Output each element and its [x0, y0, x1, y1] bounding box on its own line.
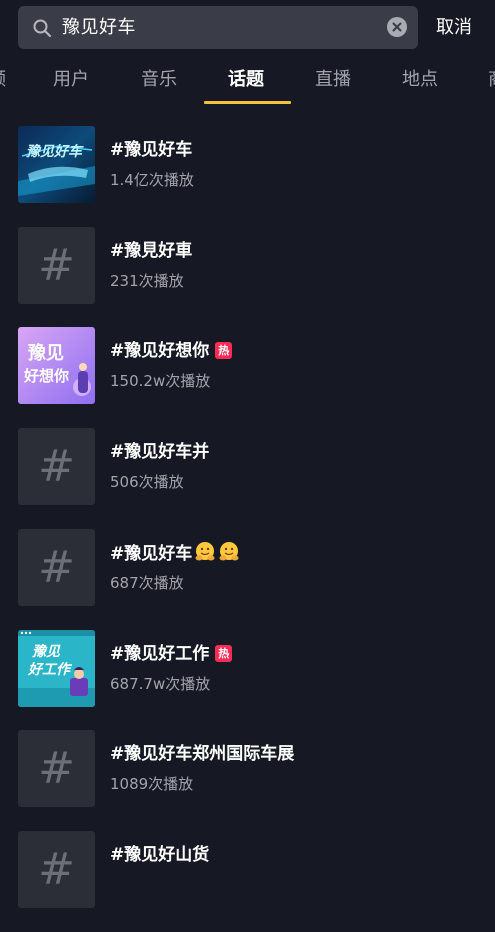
topic-title: #豫见好山货: [110, 845, 210, 865]
topic-play-count: 687.7w次播放: [110, 675, 211, 693]
hash-icon: #: [38, 441, 75, 492]
topic-play-count: 687次播放: [110, 574, 184, 592]
hashtag-thumbnail: #: [18, 227, 95, 304]
topic-list-item[interactable]: # #豫见好车 687次播放: [0, 529, 495, 630]
category-tabs: 频 用户 音乐 话题 直播 地点 商: [0, 56, 495, 104]
topic-play-count: 506次播放: [110, 473, 184, 491]
topic-title: #豫见好车: [110, 140, 193, 160]
hashtag-thumbnail: #: [18, 529, 95, 606]
hash-icon: #: [38, 743, 75, 794]
thumb-text-line2: 好想你: [23, 367, 69, 385]
topic-list-item[interactable]: # #豫见好车郑州国际车展 1089次播放: [0, 730, 495, 831]
topic-list-item[interactable]: # #豫见好山货: [0, 831, 495, 932]
topic-play-count: 150.2w次播放: [110, 372, 211, 390]
topic-play-count: 1.4亿次播放: [110, 171, 194, 189]
topic-play-count: 1089次播放: [110, 775, 194, 793]
hash-icon: #: [38, 844, 75, 895]
topic-title: #豫見好車: [110, 241, 193, 261]
search-query: 豫见好车: [62, 17, 136, 38]
svg-text:豫见好车: 豫见好车: [26, 143, 84, 160]
tab-music[interactable]: 音乐: [141, 56, 177, 104]
active-tab-indicator: [204, 101, 291, 104]
search-bar-row: 豫见好车 取消: [0, 0, 495, 56]
hashtag-thumbnail: #: [18, 428, 95, 505]
topic-title: #豫见好工作热: [110, 642, 233, 666]
tab-places[interactable]: 地点: [402, 56, 438, 104]
topic-thumbnail: 豫见好车: [18, 126, 95, 203]
thumb-text-line1: 豫见: [28, 342, 64, 364]
topic-title: #豫见好想你热: [110, 339, 233, 363]
search-icon: [33, 19, 52, 38]
hash-icon: #: [38, 542, 75, 593]
topic-title: #豫见好车并: [110, 442, 210, 462]
tab-topics[interactable]: 话题: [228, 56, 264, 104]
hash-icon: #: [38, 240, 75, 291]
hot-badge: 热: [215, 342, 233, 359]
hashtag-thumbnail: #: [18, 730, 95, 807]
cancel-button[interactable]: 取消: [436, 6, 472, 49]
hugging-face-emoji: [195, 542, 215, 561]
thumb-text-line2: 好工作: [27, 661, 73, 678]
tab-users[interactable]: 用户: [53, 56, 89, 104]
topic-thumbnail: 豫见 好想你: [18, 327, 95, 404]
topic-list-item[interactable]: # #豫見好車 231次播放: [0, 227, 495, 328]
topic-list-item[interactable]: 豫见好车 #豫见好车 1.4亿次播放: [0, 126, 495, 227]
topic-list-item[interactable]: 豫见 好想你 #豫见好想你热 150.2w次播放: [0, 327, 495, 428]
topic-thumbnail: 豫见 好工作: [18, 630, 95, 707]
topic-play-count: 231次播放: [110, 272, 184, 290]
topic-title: #豫见好车郑州国际车展: [110, 744, 295, 764]
thumb-text-line1: 豫见: [32, 643, 61, 660]
topic-list-item[interactable]: # #豫见好车并 506次播放: [0, 428, 495, 529]
hot-badge: 热: [215, 645, 233, 662]
tab-video[interactable]: 频: [0, 56, 6, 104]
hashtag-thumbnail: #: [18, 831, 95, 908]
topic-list-item[interactable]: 豫见 好工作 #豫见好工作热 687.7w次播放: [0, 630, 495, 731]
search-input[interactable]: 豫见好车: [18, 6, 418, 49]
hugging-face-emoji: [219, 542, 239, 561]
tab-live[interactable]: 直播: [315, 56, 351, 104]
tab-shop[interactable]: 商: [488, 56, 495, 104]
topic-title: #豫见好车: [110, 541, 240, 566]
clear-icon[interactable]: [387, 17, 407, 37]
